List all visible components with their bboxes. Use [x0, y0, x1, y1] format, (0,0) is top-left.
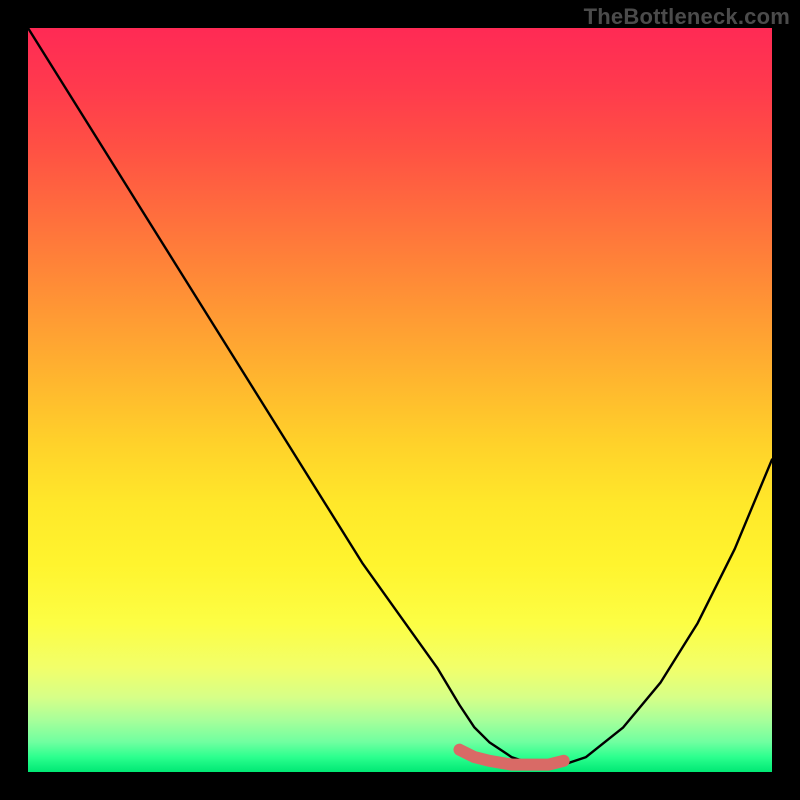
- chart-frame: TheBottleneck.com: [0, 0, 800, 800]
- watermark-text: TheBottleneck.com: [584, 4, 790, 30]
- chart-overlay-svg: [28, 28, 772, 772]
- chart-plot-area: [28, 28, 772, 772]
- bottleneck-curve: [28, 28, 772, 765]
